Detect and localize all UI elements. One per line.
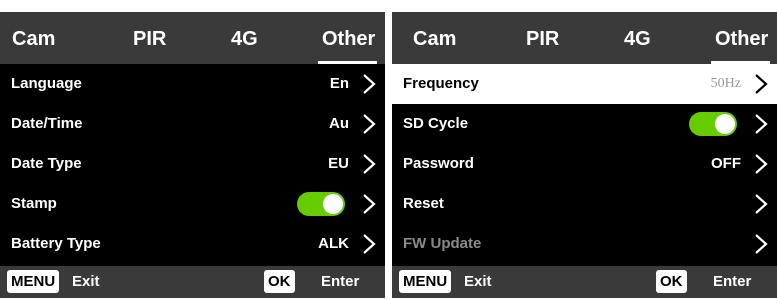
tab-label: 4G: [231, 28, 258, 50]
row-label: Date/Time: [11, 115, 83, 132]
tab-label: Cam: [413, 28, 457, 50]
row-frequency[interactable]: Frequency 50Hz: [392, 64, 777, 104]
row-label: SD Cycle: [403, 115, 469, 132]
tab-4g[interactable]: 4G: [231, 12, 258, 64]
stamp-toggle[interactable]: [297, 192, 345, 216]
row-value: 50Hz: [710, 76, 741, 91]
toggle-knob: [715, 114, 735, 134]
menu-action-label: Exit: [464, 273, 492, 290]
tab-other[interactable]: Other: [318, 12, 378, 64]
row-fw-update[interactable]: FW Update: [392, 224, 777, 264]
footer-bar: MENU Exit OK Enter: [0, 266, 385, 298]
row-value: En: [329, 75, 349, 92]
tab-other[interactable]: Other: [711, 12, 771, 64]
row-label: Frequency: [403, 75, 479, 92]
tab-label: Other: [322, 28, 376, 50]
tab-4g[interactable]: 4G: [624, 12, 651, 64]
chevron-right-icon: [753, 113, 769, 135]
tab-pir[interactable]: PIR: [526, 12, 559, 64]
row-label: Date Type: [11, 155, 82, 172]
row-date-time[interactable]: Date/Time Au: [0, 104, 385, 144]
row-stamp[interactable]: Stamp: [0, 184, 385, 224]
tab-label: Other: [715, 28, 769, 50]
row-sd-cycle[interactable]: SD Cycle: [392, 104, 777, 144]
chevron-right-icon: [753, 73, 769, 95]
row-label: Stamp: [11, 195, 57, 212]
sd-cycle-toggle[interactable]: [689, 112, 737, 136]
right-menu-screen: Cam PIR 4G Other Frequency 50Hz SD Cycle…: [392, 12, 777, 298]
row-label: Language: [11, 75, 82, 92]
left-menu-screen: Cam PIR 4G Other Language En Date/Time A…: [0, 12, 385, 298]
chevron-right-icon: [753, 193, 769, 215]
tab-pir[interactable]: PIR: [133, 12, 166, 64]
row-label: Battery Type: [11, 235, 101, 252]
row-value: EU: [328, 155, 349, 172]
row-label: FW Update: [403, 235, 482, 252]
chevron-right-icon: [361, 153, 377, 175]
chevron-right-icon: [753, 233, 769, 255]
settings-list: Language En Date/Time Au Date Type EU St…: [0, 64, 385, 264]
tab-label: 4G: [624, 28, 651, 50]
chevron-right-icon: [361, 113, 377, 135]
footer-bar: MENU Exit OK Enter: [392, 266, 777, 298]
row-battery-type[interactable]: Battery Type ALK: [0, 224, 385, 264]
tab-bar: Cam PIR 4G Other: [392, 12, 777, 64]
ok-key-badge[interactable]: OK: [656, 270, 687, 293]
tab-label: Cam: [12, 28, 56, 50]
row-value: ALK: [318, 235, 349, 252]
ok-action-label: Enter: [713, 273, 752, 290]
chevron-right-icon: [753, 153, 769, 175]
chevron-right-icon: [361, 233, 377, 255]
menu-key-badge[interactable]: MENU: [7, 270, 60, 293]
chevron-right-icon: [361, 193, 377, 215]
menu-action-label: Exit: [72, 273, 100, 290]
row-label: Reset: [403, 195, 444, 212]
ok-action-label: Enter: [321, 273, 360, 290]
settings-list: Frequency 50Hz SD Cycle Password OFF Res…: [392, 64, 777, 264]
tab-label: PIR: [526, 28, 560, 50]
row-password[interactable]: Password OFF: [392, 144, 777, 184]
row-value: OFF: [711, 155, 741, 172]
menu-key-badge[interactable]: MENU: [399, 270, 452, 293]
toggle-knob: [323, 194, 343, 214]
row-value: Au: [329, 115, 349, 132]
row-date-type[interactable]: Date Type EU: [0, 144, 385, 184]
row-language[interactable]: Language En: [0, 64, 385, 104]
tab-cam[interactable]: Cam: [12, 12, 55, 64]
tab-bar: Cam PIR 4G Other: [0, 12, 385, 64]
ok-key-badge[interactable]: OK: [264, 270, 295, 293]
row-reset[interactable]: Reset: [392, 184, 777, 224]
tab-label: PIR: [133, 28, 167, 50]
tab-cam[interactable]: Cam: [413, 12, 456, 64]
row-label: Password: [403, 155, 474, 172]
camera-menu-screens: Cam PIR 4G Other Language En Date/Time A…: [0, 0, 777, 300]
chevron-right-icon: [361, 73, 377, 95]
